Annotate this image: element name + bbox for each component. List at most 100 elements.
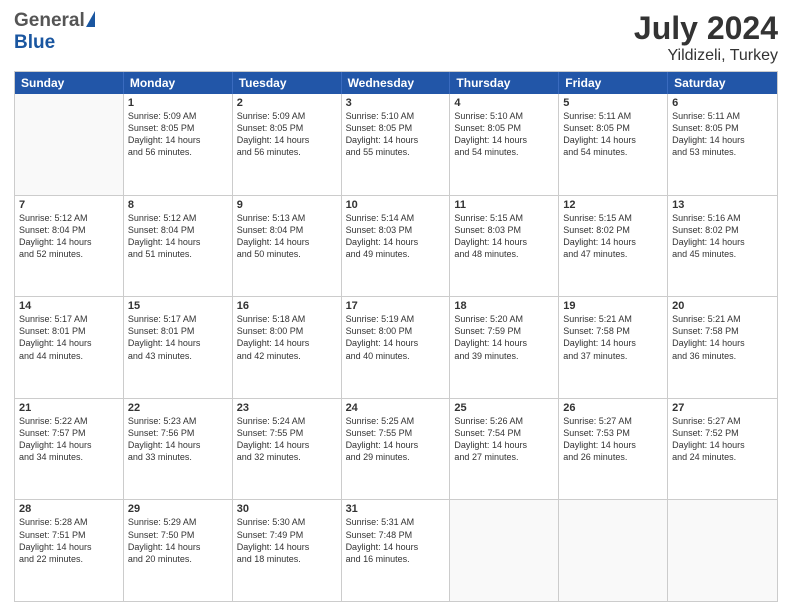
empty-cell xyxy=(450,500,559,601)
day-number: 27 xyxy=(672,402,773,414)
day-cell-15: 15Sunrise: 5:17 AM Sunset: 8:01 PM Dayli… xyxy=(124,297,233,398)
day-number: 5 xyxy=(563,97,663,109)
day-number: 3 xyxy=(346,97,446,109)
logo-triangle-icon xyxy=(86,11,95,27)
day-info: Sunrise: 5:12 AM Sunset: 8:04 PM Dayligh… xyxy=(128,212,228,261)
day-number: 29 xyxy=(128,503,228,515)
day-cell-9: 9Sunrise: 5:13 AM Sunset: 8:04 PM Daylig… xyxy=(233,196,342,297)
day-info: Sunrise: 5:10 AM Sunset: 8:05 PM Dayligh… xyxy=(346,110,446,159)
day-number: 12 xyxy=(563,199,663,211)
week-row-5: 28Sunrise: 5:28 AM Sunset: 7:51 PM Dayli… xyxy=(15,499,777,601)
day-cell-12: 12Sunrise: 5:15 AM Sunset: 8:02 PM Dayli… xyxy=(559,196,668,297)
day-cell-1: 1Sunrise: 5:09 AM Sunset: 8:05 PM Daylig… xyxy=(124,94,233,195)
day-cell-14: 14Sunrise: 5:17 AM Sunset: 8:01 PM Dayli… xyxy=(15,297,124,398)
empty-cell xyxy=(559,500,668,601)
day-number: 6 xyxy=(672,97,773,109)
day-info: Sunrise: 5:16 AM Sunset: 8:02 PM Dayligh… xyxy=(672,212,773,261)
location: Yildizeli, Turkey xyxy=(634,47,778,65)
day-info: Sunrise: 5:15 AM Sunset: 8:03 PM Dayligh… xyxy=(454,212,554,261)
day-cell-4: 4Sunrise: 5:10 AM Sunset: 8:05 PM Daylig… xyxy=(450,94,559,195)
day-info: Sunrise: 5:29 AM Sunset: 7:50 PM Dayligh… xyxy=(128,516,228,565)
calendar-header: SundayMondayTuesdayWednesdayThursdayFrid… xyxy=(15,72,777,94)
calendar: SundayMondayTuesdayWednesdayThursdayFrid… xyxy=(14,71,778,602)
day-cell-24: 24Sunrise: 5:25 AM Sunset: 7:55 PM Dayli… xyxy=(342,399,451,500)
day-info: Sunrise: 5:14 AM Sunset: 8:03 PM Dayligh… xyxy=(346,212,446,261)
day-info: Sunrise: 5:17 AM Sunset: 8:01 PM Dayligh… xyxy=(19,313,119,362)
logo-general: General xyxy=(14,10,85,32)
logo-blue-row: Blue xyxy=(14,32,55,54)
day-number: 20 xyxy=(672,300,773,312)
day-number: 7 xyxy=(19,199,119,211)
day-number: 15 xyxy=(128,300,228,312)
day-cell-6: 6Sunrise: 5:11 AM Sunset: 8:05 PM Daylig… xyxy=(668,94,777,195)
day-info: Sunrise: 5:10 AM Sunset: 8:05 PM Dayligh… xyxy=(454,110,554,159)
page: General Blue July 2024 Yildizeli, Turkey… xyxy=(0,0,792,612)
logo-blue: Blue xyxy=(14,32,55,53)
day-info: Sunrise: 5:21 AM Sunset: 7:58 PM Dayligh… xyxy=(672,313,773,362)
day-info: Sunrise: 5:11 AM Sunset: 8:05 PM Dayligh… xyxy=(563,110,663,159)
day-info: Sunrise: 5:09 AM Sunset: 8:05 PM Dayligh… xyxy=(237,110,337,159)
day-number: 11 xyxy=(454,199,554,211)
day-number: 4 xyxy=(454,97,554,109)
day-header-wednesday: Wednesday xyxy=(342,72,451,94)
day-cell-3: 3Sunrise: 5:10 AM Sunset: 8:05 PM Daylig… xyxy=(342,94,451,195)
week-row-4: 21Sunrise: 5:22 AM Sunset: 7:57 PM Dayli… xyxy=(15,398,777,500)
day-cell-26: 26Sunrise: 5:27 AM Sunset: 7:53 PM Dayli… xyxy=(559,399,668,500)
day-info: Sunrise: 5:22 AM Sunset: 7:57 PM Dayligh… xyxy=(19,415,119,464)
empty-cell xyxy=(15,94,124,195)
calendar-body: 1Sunrise: 5:09 AM Sunset: 8:05 PM Daylig… xyxy=(15,94,777,601)
day-info: Sunrise: 5:27 AM Sunset: 7:53 PM Dayligh… xyxy=(563,415,663,464)
day-cell-16: 16Sunrise: 5:18 AM Sunset: 8:00 PM Dayli… xyxy=(233,297,342,398)
day-info: Sunrise: 5:25 AM Sunset: 7:55 PM Dayligh… xyxy=(346,415,446,464)
day-header-thursday: Thursday xyxy=(450,72,559,94)
day-info: Sunrise: 5:17 AM Sunset: 8:01 PM Dayligh… xyxy=(128,313,228,362)
day-number: 25 xyxy=(454,402,554,414)
empty-cell xyxy=(668,500,777,601)
day-cell-17: 17Sunrise: 5:19 AM Sunset: 8:00 PM Dayli… xyxy=(342,297,451,398)
day-info: Sunrise: 5:18 AM Sunset: 8:00 PM Dayligh… xyxy=(237,313,337,362)
day-cell-31: 31Sunrise: 5:31 AM Sunset: 7:48 PM Dayli… xyxy=(342,500,451,601)
day-cell-7: 7Sunrise: 5:12 AM Sunset: 8:04 PM Daylig… xyxy=(15,196,124,297)
day-info: Sunrise: 5:12 AM Sunset: 8:04 PM Dayligh… xyxy=(19,212,119,261)
day-cell-30: 30Sunrise: 5:30 AM Sunset: 7:49 PM Dayli… xyxy=(233,500,342,601)
day-info: Sunrise: 5:09 AM Sunset: 8:05 PM Dayligh… xyxy=(128,110,228,159)
day-cell-20: 20Sunrise: 5:21 AM Sunset: 7:58 PM Dayli… xyxy=(668,297,777,398)
day-info: Sunrise: 5:26 AM Sunset: 7:54 PM Dayligh… xyxy=(454,415,554,464)
day-cell-8: 8Sunrise: 5:12 AM Sunset: 8:04 PM Daylig… xyxy=(124,196,233,297)
day-info: Sunrise: 5:23 AM Sunset: 7:56 PM Dayligh… xyxy=(128,415,228,464)
day-number: 22 xyxy=(128,402,228,414)
day-cell-2: 2Sunrise: 5:09 AM Sunset: 8:05 PM Daylig… xyxy=(233,94,342,195)
day-info: Sunrise: 5:13 AM Sunset: 8:04 PM Dayligh… xyxy=(237,212,337,261)
day-cell-28: 28Sunrise: 5:28 AM Sunset: 7:51 PM Dayli… xyxy=(15,500,124,601)
day-info: Sunrise: 5:24 AM Sunset: 7:55 PM Dayligh… xyxy=(237,415,337,464)
day-cell-21: 21Sunrise: 5:22 AM Sunset: 7:57 PM Dayli… xyxy=(15,399,124,500)
logo: General Blue xyxy=(14,10,95,54)
day-info: Sunrise: 5:30 AM Sunset: 7:49 PM Dayligh… xyxy=(237,516,337,565)
day-cell-29: 29Sunrise: 5:29 AM Sunset: 7:50 PM Dayli… xyxy=(124,500,233,601)
day-number: 8 xyxy=(128,199,228,211)
day-number: 13 xyxy=(672,199,773,211)
day-header-tuesday: Tuesday xyxy=(233,72,342,94)
day-info: Sunrise: 5:31 AM Sunset: 7:48 PM Dayligh… xyxy=(346,516,446,565)
day-cell-11: 11Sunrise: 5:15 AM Sunset: 8:03 PM Dayli… xyxy=(450,196,559,297)
week-row-1: 1Sunrise: 5:09 AM Sunset: 8:05 PM Daylig… xyxy=(15,94,777,195)
day-cell-22: 22Sunrise: 5:23 AM Sunset: 7:56 PM Dayli… xyxy=(124,399,233,500)
day-cell-19: 19Sunrise: 5:21 AM Sunset: 7:58 PM Dayli… xyxy=(559,297,668,398)
logo-wrapper: General xyxy=(14,10,95,32)
day-number: 26 xyxy=(563,402,663,414)
day-info: Sunrise: 5:20 AM Sunset: 7:59 PM Dayligh… xyxy=(454,313,554,362)
day-cell-18: 18Sunrise: 5:20 AM Sunset: 7:59 PM Dayli… xyxy=(450,297,559,398)
day-number: 19 xyxy=(563,300,663,312)
day-cell-27: 27Sunrise: 5:27 AM Sunset: 7:52 PM Dayli… xyxy=(668,399,777,500)
day-header-saturday: Saturday xyxy=(668,72,777,94)
day-number: 21 xyxy=(19,402,119,414)
title-section: July 2024 Yildizeli, Turkey xyxy=(634,10,778,65)
day-number: 24 xyxy=(346,402,446,414)
day-number: 18 xyxy=(454,300,554,312)
day-number: 2 xyxy=(237,97,337,109)
day-number: 31 xyxy=(346,503,446,515)
day-cell-10: 10Sunrise: 5:14 AM Sunset: 8:03 PM Dayli… xyxy=(342,196,451,297)
day-cell-5: 5Sunrise: 5:11 AM Sunset: 8:05 PM Daylig… xyxy=(559,94,668,195)
day-number: 14 xyxy=(19,300,119,312)
day-cell-23: 23Sunrise: 5:24 AM Sunset: 7:55 PM Dayli… xyxy=(233,399,342,500)
